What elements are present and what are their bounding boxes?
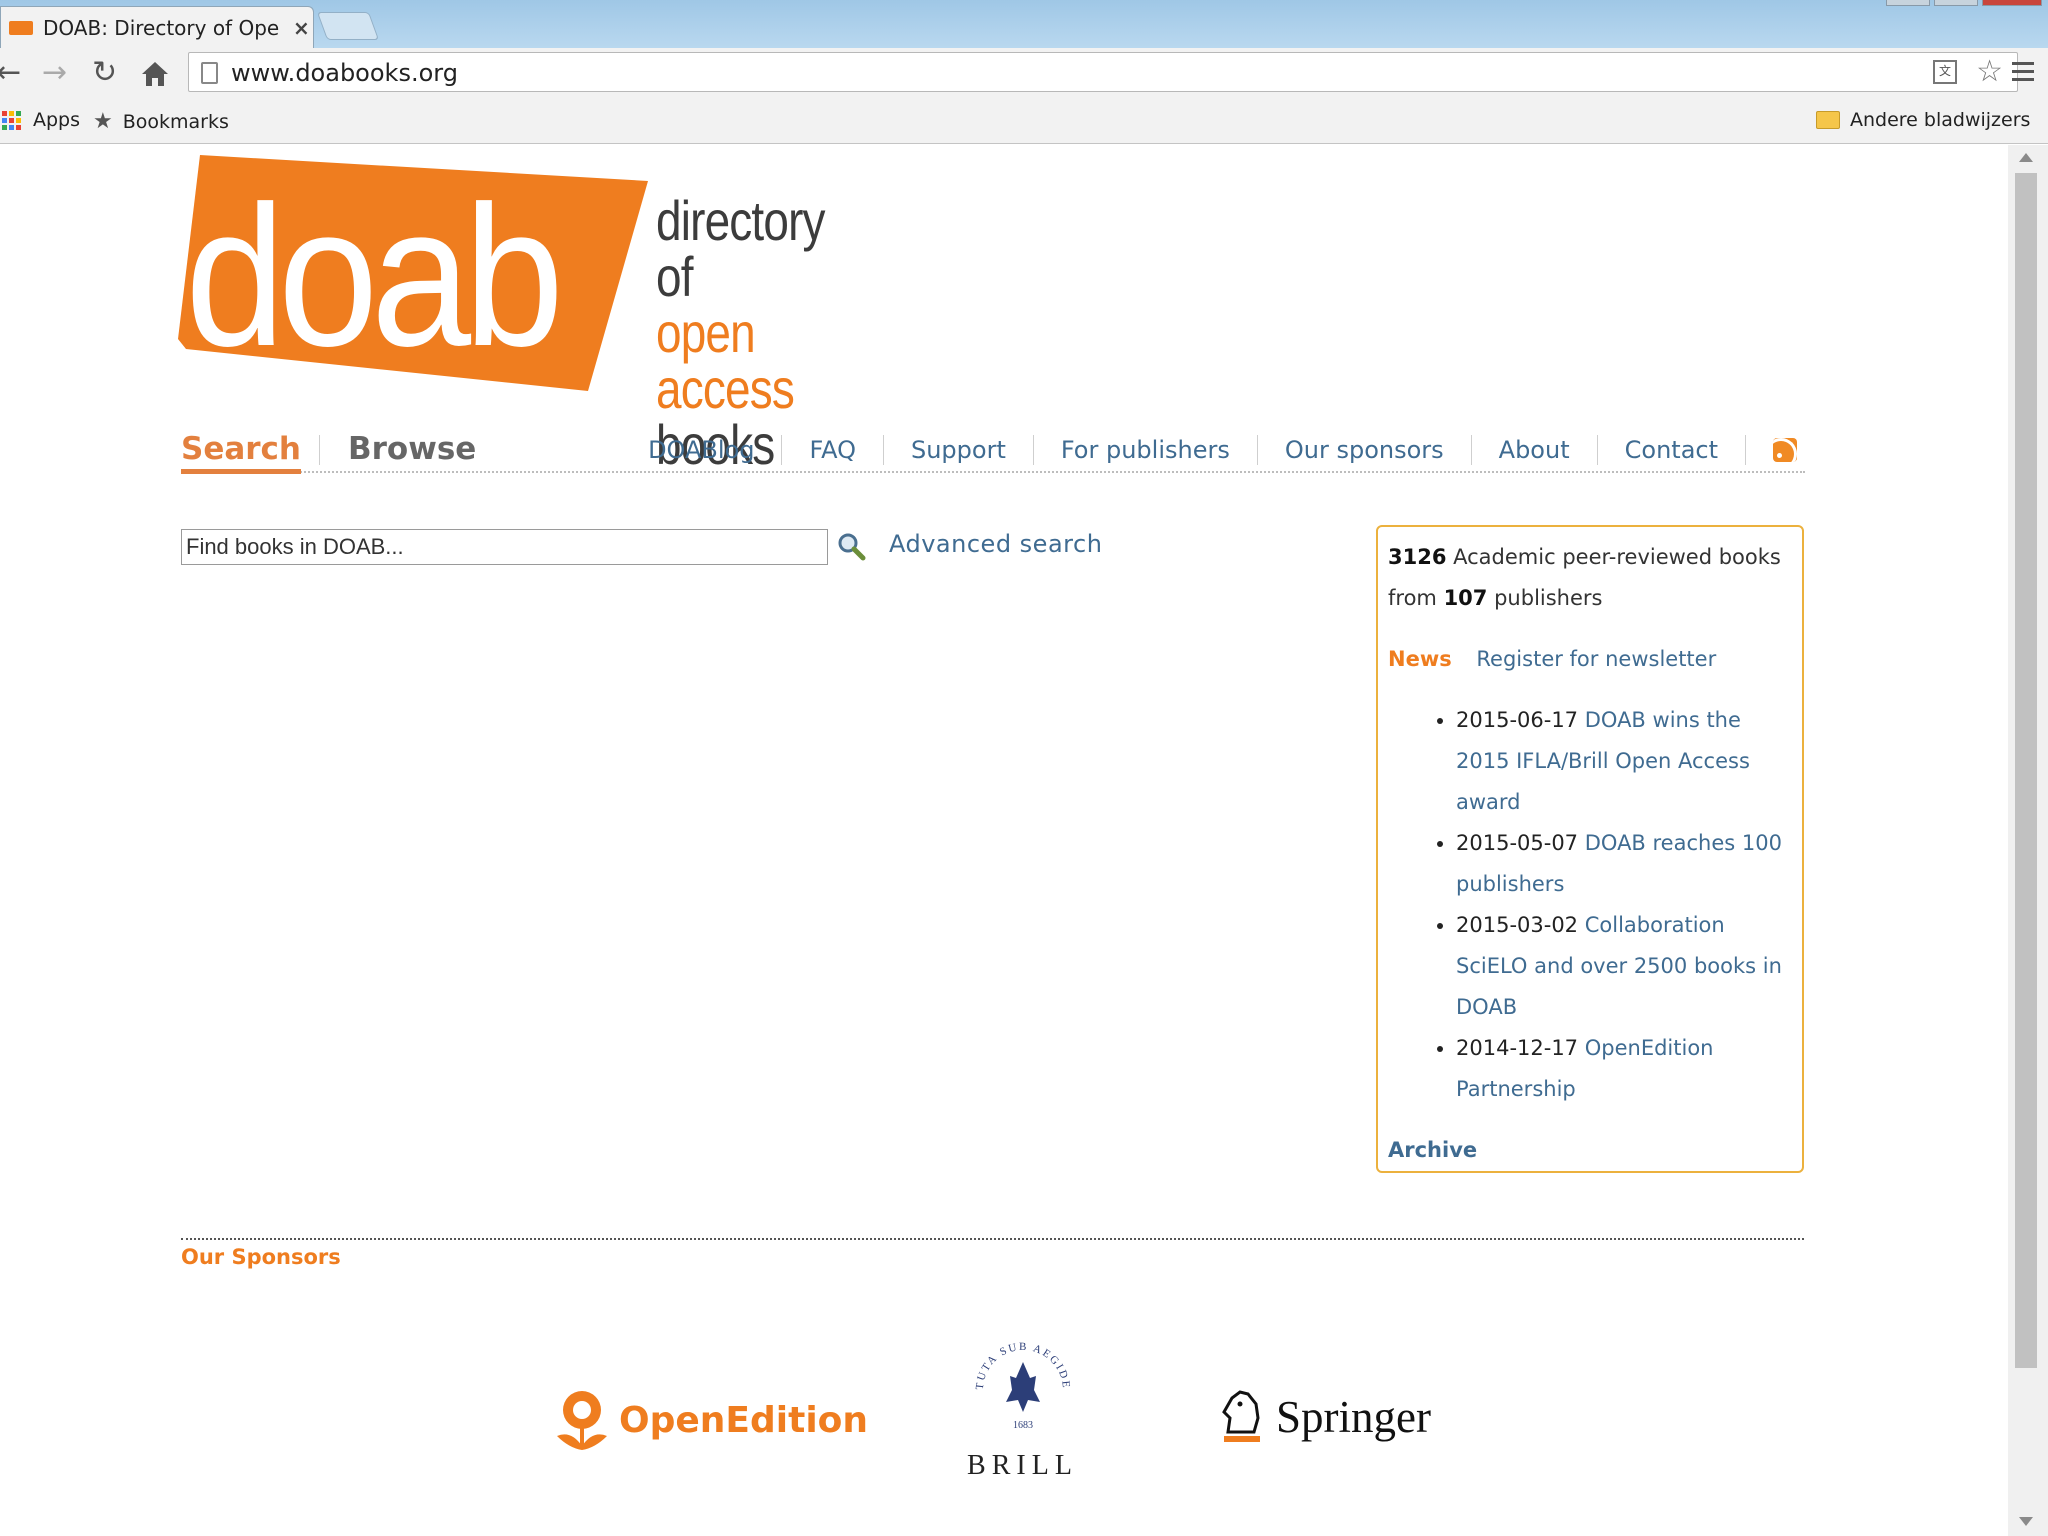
reload-icon[interactable]: ↻ [92,56,117,90]
tab-divider [319,435,320,465]
news-date: 2015-03-02 [1456,913,1579,937]
folder-icon [1816,111,1840,129]
top-links: DOABlog FAQ Support For publishers Our s… [621,435,1797,465]
close-tab-icon[interactable]: × [293,16,310,40]
bookmark-other-label: Andere bladwijzers [1850,109,2031,131]
nav-link-doablog[interactable]: DOABlog [621,435,783,465]
tab-browse[interactable]: Browse [348,431,476,467]
doab-logo[interactable]: doab directory of open access books [178,153,898,473]
page-scrollbar[interactable] [2008,145,2048,1536]
close-window-button[interactable] [1982,0,2042,6]
sponsors-heading: Our Sponsors [181,1245,341,1269]
scroll-up-arrow-icon[interactable] [2019,153,2033,162]
nav-link-about[interactable]: About [1472,435,1598,465]
openedition-flower-icon [557,1391,607,1450]
publisher-count: 107 [1443,586,1488,610]
nav-link-support[interactable]: Support [884,435,1034,465]
home-icon[interactable] [140,60,170,88]
stats-line-1: 3126 Academic peer-reviewed books [1388,537,1792,578]
news-date: 2014-12-17 [1456,1036,1579,1060]
nav-link-our-sponsors[interactable]: Our sponsors [1258,435,1472,465]
url-text[interactable]: www.doabooks.org [231,59,458,87]
news-date: 2015-06-17 [1456,708,1579,732]
scroll-down-arrow-icon[interactable] [2019,1517,2033,1526]
browser-tabstrip: DOAB: Directory of Open × [0,0,2048,48]
forward-arrow-icon[interactable]: → [42,56,67,90]
stats-news-box: 3126 Academic peer-reviewed books from 1… [1376,525,1804,1173]
browser-toolbar: ← → ↻ www.doabooks.org 文 ☆ [0,48,2048,98]
advanced-search-link[interactable]: Advanced search [889,530,1102,558]
apps-grid-icon [2,110,21,130]
star-icon: ★ [93,109,113,134]
archive-link[interactable]: Archive [1388,1130,1792,1171]
chrome-menu-icon[interactable] [2012,62,2034,86]
bookmark-star-icon[interactable]: ☆ [1976,54,2003,89]
browser-tab[interactable]: DOAB: Directory of Open × [0,6,314,48]
tab-search[interactable]: Search [181,431,302,474]
logo-line-2: open access [656,301,795,420]
rss-feed-icon[interactable] [1773,438,1797,462]
stats-line-2: from 107 publishers [1388,578,1792,619]
tab-title: DOAB: Directory of Open [43,15,279,40]
springer-name: Springer [1276,1392,1431,1442]
doab-favicon-icon [9,20,33,35]
news-item: 2015-03-02 Collaboration SciELO and over… [1456,905,1792,1028]
bookmark-bookmarks-label: Bookmarks [122,110,229,133]
main-navigation: Search Browse DOABlog FAQ Support For pu… [181,431,1805,474]
address-bar[interactable]: www.doabooks.org 文 ☆ [188,52,2018,92]
page-icon [201,62,218,84]
bookmarks-bar: Apps ★ Bookmarks Andere bladwijzers [0,98,2048,144]
bookmark-other-folder[interactable]: Andere bladwijzers [1816,109,2030,131]
sponsors-divider [181,1238,1804,1240]
minimize-button[interactable] [1886,0,1930,6]
doab-wordmark-logo: doab [178,155,648,391]
news-item: 2014-12-17 OpenEdition Partnership [1456,1028,1792,1110]
logo-wordmark-text: doab [185,165,557,388]
news-label: News [1388,647,1452,671]
page-viewport: doab directory of open access books Sear… [0,145,2008,1536]
brill-name: BRILL [967,1450,1078,1481]
sponsor-springer[interactable]: Springer [1218,1388,1431,1446]
springer-knight-icon [1222,1390,1260,1442]
back-arrow-icon[interactable]: ← [0,56,21,90]
news-header: News Register for newsletter [1388,639,1792,680]
brill-seal-year: 1683 [1013,1420,1033,1431]
bookmark-bookmarks[interactable]: ★ Bookmarks [93,109,229,134]
sponsor-brill[interactable]: TUTA SUB AEGIDE PALLAS 1683 BRILL [960,1321,1085,1482]
magnifier-search-icon[interactable] [836,531,866,561]
new-tab-button[interactable] [316,12,380,40]
scrollbar-thumb[interactable] [2015,173,2037,1368]
search-input[interactable] [181,529,828,565]
bookmark-apps-label: Apps [33,109,81,131]
window-controls [1886,0,2042,6]
logo-line-1: directory of [656,189,826,308]
news-date: 2015-05-07 [1456,831,1579,855]
brill-seal-icon: TUTA SUB AEGIDE PALLAS 1683 [963,1321,1070,1431]
book-text: Academic peer-reviewed books [1453,545,1781,569]
nav-link-faq[interactable]: FAQ [782,435,884,465]
publisher-text: publishers [1494,586,1603,610]
translate-icon[interactable]: 文 [1933,60,1957,84]
from-text: from [1388,586,1437,610]
news-item: 2015-05-07 DOAB reaches 100 publishers [1456,823,1792,905]
newsletter-link[interactable]: Register for newsletter [1476,647,1716,671]
sponsor-openedition[interactable]: OpenEdition [553,1385,868,1455]
news-list: 2015-06-17 DOAB wins the 2015 IFLA/Brill… [1428,700,1792,1110]
nav-link-contact[interactable]: Contact [1598,435,1746,465]
maximize-button[interactable] [1934,0,1978,6]
nav-link-for-publishers[interactable]: For publishers [1034,435,1258,465]
openedition-name: OpenEdition [619,1399,869,1441]
bookmark-apps[interactable]: Apps [2,109,80,131]
book-count: 3126 [1388,545,1447,569]
news-item: 2015-06-17 DOAB wins the 2015 IFLA/Brill… [1456,700,1792,823]
